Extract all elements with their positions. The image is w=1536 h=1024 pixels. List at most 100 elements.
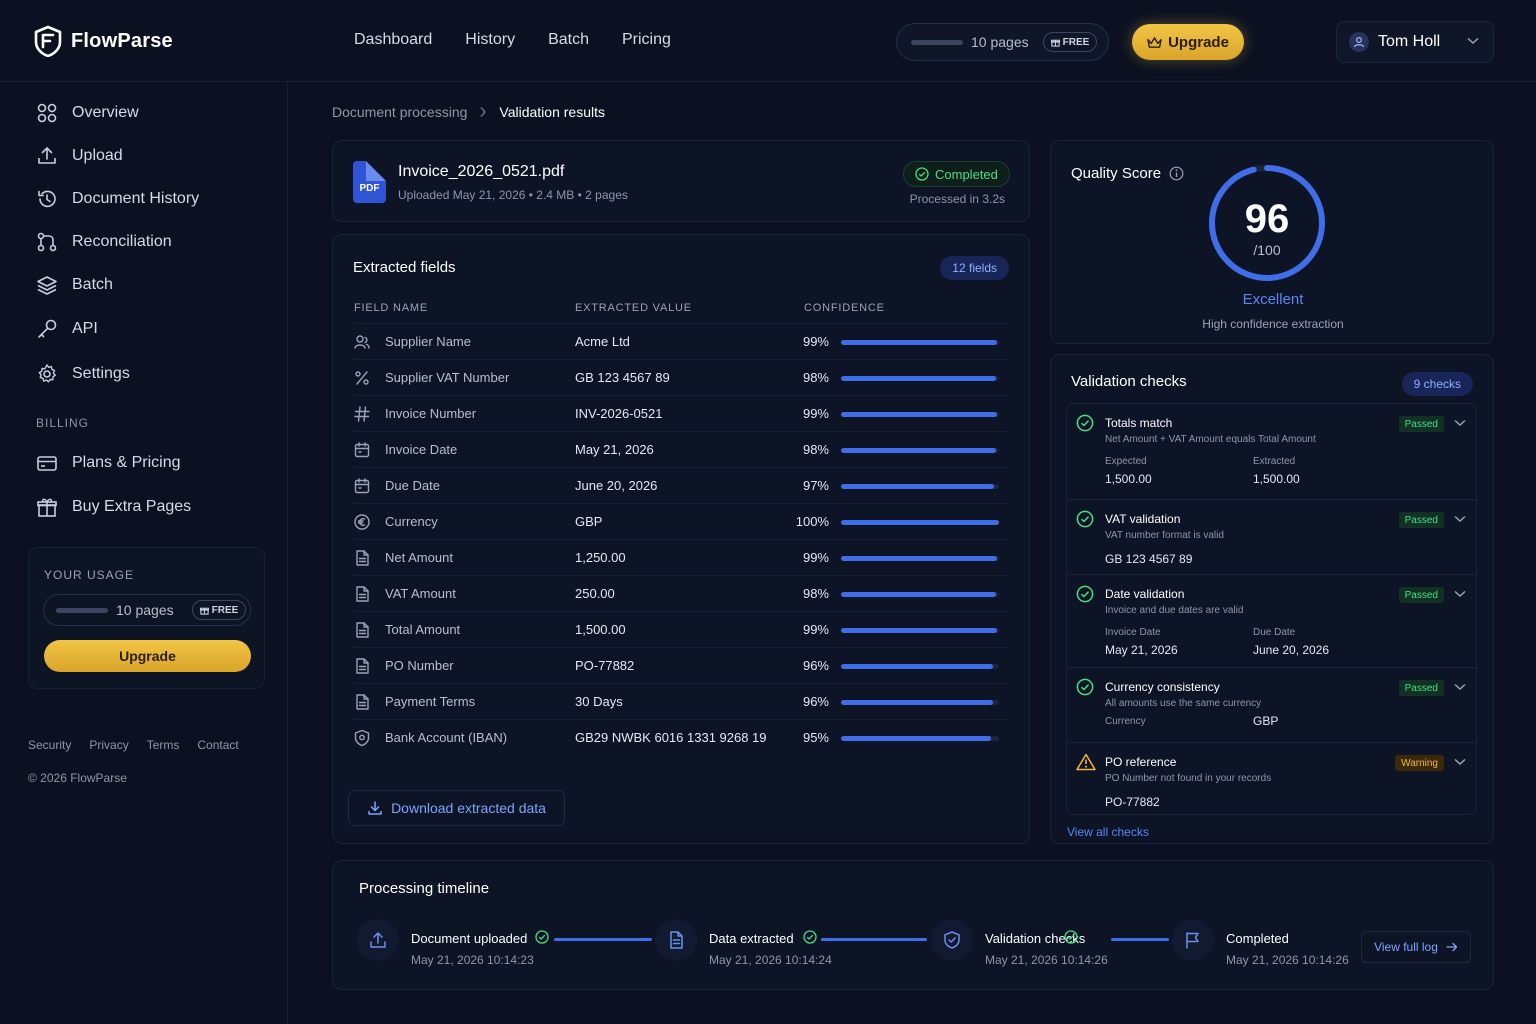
nav-dashboard[interactable]: Dashboard [354, 31, 432, 49]
footer-link-security[interactable]: Security [28, 738, 71, 752]
field-confidence: 99% [802, 550, 829, 565]
history-icon [36, 188, 58, 210]
chevron-right-icon [479, 106, 487, 118]
check-circle-icon [1076, 678, 1094, 696]
table-row[interactable]: Supplier VAT Number GB 123 4567 89 98% [353, 359, 1009, 395]
view-full-log-button[interactable]: View full log [1361, 931, 1471, 963]
field-name: Payment Terms [385, 694, 476, 709]
confidence-bar [841, 556, 999, 561]
timeline-step-time: May 21, 2026 10:14:24 [709, 953, 832, 967]
sidebar-item-plans-pricing[interactable]: Plans & Pricing [36, 452, 181, 474]
sidebar-item-batch[interactable]: Batch [36, 274, 113, 296]
check-title: Currency consistency [1105, 680, 1220, 694]
table-row[interactable]: VAT Amount 250.00 98% [353, 575, 1009, 611]
plan-badge-label: FREE [1062, 36, 1090, 48]
nav-pricing[interactable]: Pricing [622, 31, 671, 49]
file-meta: Uploaded May 21, 2026 • 2.4 MB • 2 pages [398, 188, 628, 202]
sidebar-item-document-history[interactable]: Document History [36, 188, 199, 210]
chevron-down-icon[interactable] [1454, 590, 1466, 598]
view-all-checks-link[interactable]: View all checks [1067, 825, 1149, 839]
chevron-down-icon[interactable] [1454, 419, 1466, 427]
check-status-badge: Warning [1395, 755, 1444, 771]
document-icon [655, 919, 697, 961]
confidence-bar [841, 700, 999, 705]
percent-icon [353, 369, 371, 387]
document-icon [353, 693, 371, 711]
field-confidence: 95% [802, 730, 829, 745]
table-row[interactable]: Currency GBP 100% [353, 503, 1009, 539]
footer-link-contact[interactable]: Contact [197, 738, 238, 752]
grid-icon [36, 102, 58, 124]
confidence-bar-fill [841, 556, 998, 561]
validation-check-item[interactable]: Totals match Net Amount + VAT Amount equ… [1067, 404, 1476, 499]
validation-check-item[interactable]: Date validation Invoice and due dates ar… [1067, 574, 1476, 667]
timeline-step-title: Document uploaded [411, 931, 528, 946]
download-extracted-data-button[interactable]: Download extracted data [348, 790, 565, 826]
chevron-down-icon[interactable] [1454, 683, 1466, 691]
table-row[interactable]: Supplier Name Acme Ltd 99% [353, 323, 1009, 359]
field-confidence: 98% [802, 442, 829, 457]
validation-check-item[interactable]: Currency consistency All amounts use the… [1067, 667, 1476, 742]
billing-heading: BILLING [36, 416, 90, 430]
table-row[interactable]: Net Amount 1,250.00 99% [353, 539, 1009, 575]
hash-icon [353, 405, 371, 423]
quality-score-title: Quality Score [1071, 165, 1162, 182]
sidebar-item-api[interactable]: API [36, 318, 98, 340]
status-label: Completed [935, 166, 998, 182]
table-row[interactable]: Invoice Date May 21, 2026 98% [353, 431, 1009, 467]
check-title: Date validation [1105, 587, 1185, 601]
field-name: PO Number [385, 658, 454, 673]
quality-score-max: /100 [1253, 242, 1281, 258]
confidence-bar [841, 628, 999, 633]
table-row[interactable]: Bank Account (IBAN) GB29 NWBK 6016 1331 … [353, 719, 1009, 755]
app-name: FlowParse [71, 29, 173, 52]
app-logo[interactable]: FlowParse [34, 25, 173, 57]
footer-link-privacy[interactable]: Privacy [89, 738, 128, 752]
check-circle-icon [1076, 585, 1094, 603]
table-row[interactable]: PO Number PO-77882 96% [353, 647, 1009, 683]
upload-icon [357, 919, 399, 961]
footer-link-terms[interactable]: Terms [147, 738, 180, 752]
field-confidence: 98% [802, 586, 829, 601]
gift-icon [1050, 39, 1060, 47]
usage-indicator[interactable]: 10 pages FREE [896, 23, 1109, 61]
sidebar-item-settings[interactable]: Settings [36, 363, 130, 385]
table-row[interactable]: Payment Terms 30 Days 96% [353, 683, 1009, 719]
user-menu[interactable]: Tom Holl [1336, 21, 1494, 63]
chevron-down-icon[interactable] [1454, 758, 1466, 766]
nav-history[interactable]: History [465, 31, 515, 49]
field-value: June 20, 2026 [575, 478, 658, 493]
validation-check-item[interactable]: PO reference PO Number not found in your… [1067, 742, 1476, 816]
gift-icon [36, 496, 58, 518]
avatar [1349, 32, 1369, 52]
quality-score-label: Excellent [1242, 291, 1304, 308]
validation-check-item[interactable]: VAT validation VAT number format is vali… [1067, 499, 1476, 574]
breadcrumb-document-processing[interactable]: Document processing [332, 104, 467, 120]
field-name: Total Amount [385, 622, 461, 637]
calendar-icon [353, 441, 371, 459]
check-detail-value: GB 123 4567 89 [1105, 552, 1193, 566]
field-confidence: 99% [802, 622, 829, 637]
sidebar-item-label: Reconciliation [72, 233, 172, 250]
field-confidence: 97% [802, 478, 829, 493]
table-row[interactable]: Invoice Number INV-2026-0521 99% [353, 395, 1009, 431]
chevron-down-icon[interactable] [1454, 515, 1466, 523]
table-row[interactable]: Due Date June 20, 2026 97% [353, 467, 1009, 503]
sidebar-item-upload[interactable]: Upload [36, 145, 123, 167]
crown-icon [1147, 36, 1162, 48]
upgrade-button[interactable]: Upgrade [1132, 24, 1244, 60]
field-value: Acme Ltd [575, 334, 630, 349]
info-icon[interactable] [1169, 166, 1184, 181]
check-detail-label: Extracted [1253, 456, 1296, 467]
check-status-badge: Passed [1398, 512, 1444, 528]
sidebar-upgrade-button[interactable]: Upgrade [44, 640, 251, 672]
usage-pages-text: 10 pages [116, 602, 174, 618]
sidebar-item-reconciliation[interactable]: Reconciliation [36, 231, 172, 253]
usage-card: YOUR USAGE 10 pages FREE Upgrade [28, 547, 265, 689]
nav-batch[interactable]: Batch [548, 31, 589, 49]
sidebar-item-overview[interactable]: Overview [36, 102, 139, 124]
check-title: Totals match [1105, 416, 1173, 430]
check-status-badge: Passed [1398, 680, 1444, 696]
table-row[interactable]: Total Amount 1,500.00 99% [353, 611, 1009, 647]
sidebar-item-buy-extra-pages[interactable]: Buy Extra Pages [36, 496, 191, 518]
